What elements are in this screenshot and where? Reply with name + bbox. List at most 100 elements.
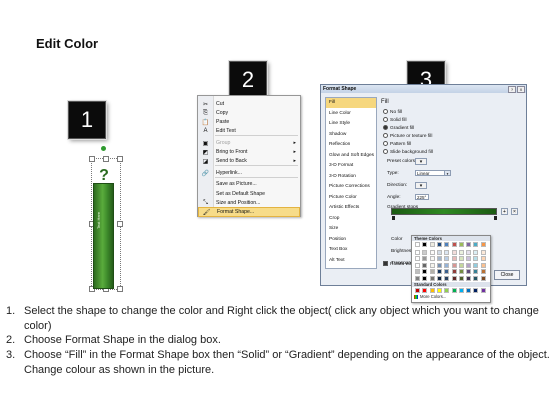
preset-colors-button[interactable]: ▾ xyxy=(415,158,427,165)
nav-item[interactable]: Position xyxy=(326,235,376,245)
nav-item[interactable]: Crop xyxy=(326,214,376,224)
color-swatch[interactable] xyxy=(444,269,450,274)
color-swatch[interactable] xyxy=(422,242,428,247)
standard-color-swatch[interactable] xyxy=(415,288,420,293)
color-swatch[interactable] xyxy=(473,275,479,281)
color-swatch[interactable] xyxy=(451,275,457,281)
color-swatch[interactable] xyxy=(480,249,486,255)
nav-item[interactable]: Text Box xyxy=(326,245,376,255)
color-swatch[interactable] xyxy=(473,269,479,274)
color-swatch[interactable] xyxy=(429,242,435,247)
color-swatch[interactable] xyxy=(466,275,472,281)
color-swatch[interactable] xyxy=(415,269,420,274)
color-swatch[interactable] xyxy=(458,269,464,274)
color-swatch[interactable] xyxy=(415,249,420,255)
color-swatch[interactable] xyxy=(444,242,450,247)
color-swatch[interactable] xyxy=(466,242,472,247)
resize-handle[interactable] xyxy=(117,286,123,292)
angle-input[interactable]: 225° xyxy=(415,194,429,200)
resize-handle[interactable] xyxy=(117,156,123,162)
standard-color-swatch[interactable] xyxy=(458,288,464,293)
type-select[interactable]: Linear ▾ xyxy=(415,170,451,176)
color-swatch[interactable] xyxy=(436,269,442,274)
color-swatch[interactable] xyxy=(444,262,450,268)
color-swatch[interactable] xyxy=(415,242,420,247)
dialog-close-button[interactable]: Close xyxy=(494,270,520,280)
color-swatch[interactable] xyxy=(480,269,486,274)
fill-option-radio[interactable]: No fill xyxy=(383,109,402,115)
fill-option-radio[interactable]: Gradient fill xyxy=(383,125,414,131)
direction-button[interactable]: ▾ xyxy=(415,182,427,189)
standard-color-swatch[interactable] xyxy=(429,288,435,293)
color-swatch[interactable] xyxy=(458,256,464,261)
color-swatch[interactable] xyxy=(422,249,428,255)
color-swatch[interactable] xyxy=(415,262,420,268)
color-swatch[interactable] xyxy=(422,275,428,281)
color-swatch[interactable] xyxy=(473,256,479,261)
color-swatch[interactable] xyxy=(480,262,486,268)
nav-item[interactable]: Line Color xyxy=(326,109,376,119)
color-swatch[interactable] xyxy=(436,256,442,261)
color-swatch[interactable] xyxy=(458,242,464,247)
color-swatch[interactable] xyxy=(458,275,464,281)
color-swatch[interactable] xyxy=(451,256,457,261)
standard-color-swatch[interactable] xyxy=(444,288,450,293)
standard-color-swatch[interactable] xyxy=(473,288,479,293)
color-swatch[interactable] xyxy=(473,242,479,247)
color-swatch[interactable] xyxy=(451,242,457,247)
nav-item[interactable]: Picture Color xyxy=(326,193,376,203)
color-swatch[interactable] xyxy=(480,256,486,261)
standard-color-swatch[interactable] xyxy=(422,288,428,293)
color-swatch[interactable] xyxy=(466,269,472,274)
standard-color-swatch[interactable] xyxy=(436,288,442,293)
color-swatch[interactable] xyxy=(429,256,435,261)
color-swatch[interactable] xyxy=(466,262,472,268)
color-swatch[interactable] xyxy=(451,269,457,274)
color-swatch[interactable] xyxy=(451,249,457,255)
nav-item[interactable]: Line Style xyxy=(326,119,376,129)
resize-handle[interactable] xyxy=(103,156,109,162)
color-swatch[interactable] xyxy=(466,256,472,261)
fill-option-radio[interactable]: Picture or texture fill xyxy=(383,133,432,139)
fill-option-radio[interactable]: Pattern fill xyxy=(383,141,411,147)
color-swatch[interactable] xyxy=(444,275,450,281)
nav-item[interactable]: 3-D Rotation xyxy=(326,172,376,182)
nav-item[interactable]: Fill xyxy=(326,98,376,108)
context-menu-item[interactable]: 🖌 Format Shape... xyxy=(198,207,300,217)
color-swatch[interactable] xyxy=(451,262,457,268)
nav-item[interactable]: Alt Text xyxy=(326,256,376,266)
color-swatch[interactable] xyxy=(436,242,442,247)
color-swatch[interactable] xyxy=(480,242,486,247)
color-swatch[interactable] xyxy=(436,262,442,268)
standard-color-swatch[interactable] xyxy=(480,288,486,293)
rotation-handle[interactable] xyxy=(101,146,106,151)
nav-item[interactable]: Reflection xyxy=(326,140,376,150)
gradient-stops-bar[interactable] xyxy=(391,208,497,215)
help-button[interactable]: ? xyxy=(508,86,516,93)
color-swatch[interactable] xyxy=(473,249,479,255)
color-swatch[interactable] xyxy=(429,275,435,281)
nav-item[interactable]: Artistic Effects xyxy=(326,203,376,213)
color-swatch[interactable] xyxy=(480,275,486,281)
more-colors-link[interactable]: More Colors... xyxy=(414,294,446,299)
color-swatch[interactable] xyxy=(436,249,442,255)
color-swatch[interactable] xyxy=(436,275,442,281)
gradient-stop[interactable] xyxy=(494,216,497,220)
color-swatch[interactable] xyxy=(422,256,428,261)
standard-color-swatch[interactable] xyxy=(451,288,457,293)
color-swatch[interactable] xyxy=(466,249,472,255)
color-swatch[interactable] xyxy=(415,275,420,281)
color-swatch[interactable] xyxy=(422,262,428,268)
remove-stop-button[interactable]: × xyxy=(511,208,518,215)
color-swatch[interactable] xyxy=(429,269,435,274)
color-swatch[interactable] xyxy=(458,262,464,268)
nav-item[interactable]: 3-D Format xyxy=(326,161,376,171)
nav-item[interactable]: Picture Corrections xyxy=(326,182,376,192)
color-swatch[interactable] xyxy=(415,256,420,261)
gradient-stop[interactable] xyxy=(392,216,395,220)
resize-handle[interactable] xyxy=(117,221,123,227)
nav-item[interactable]: Glow and Soft Edges xyxy=(326,151,376,161)
nav-item[interactable]: Shadow xyxy=(326,130,376,140)
standard-color-swatch[interactable] xyxy=(466,288,472,293)
color-swatch[interactable] xyxy=(444,249,450,255)
